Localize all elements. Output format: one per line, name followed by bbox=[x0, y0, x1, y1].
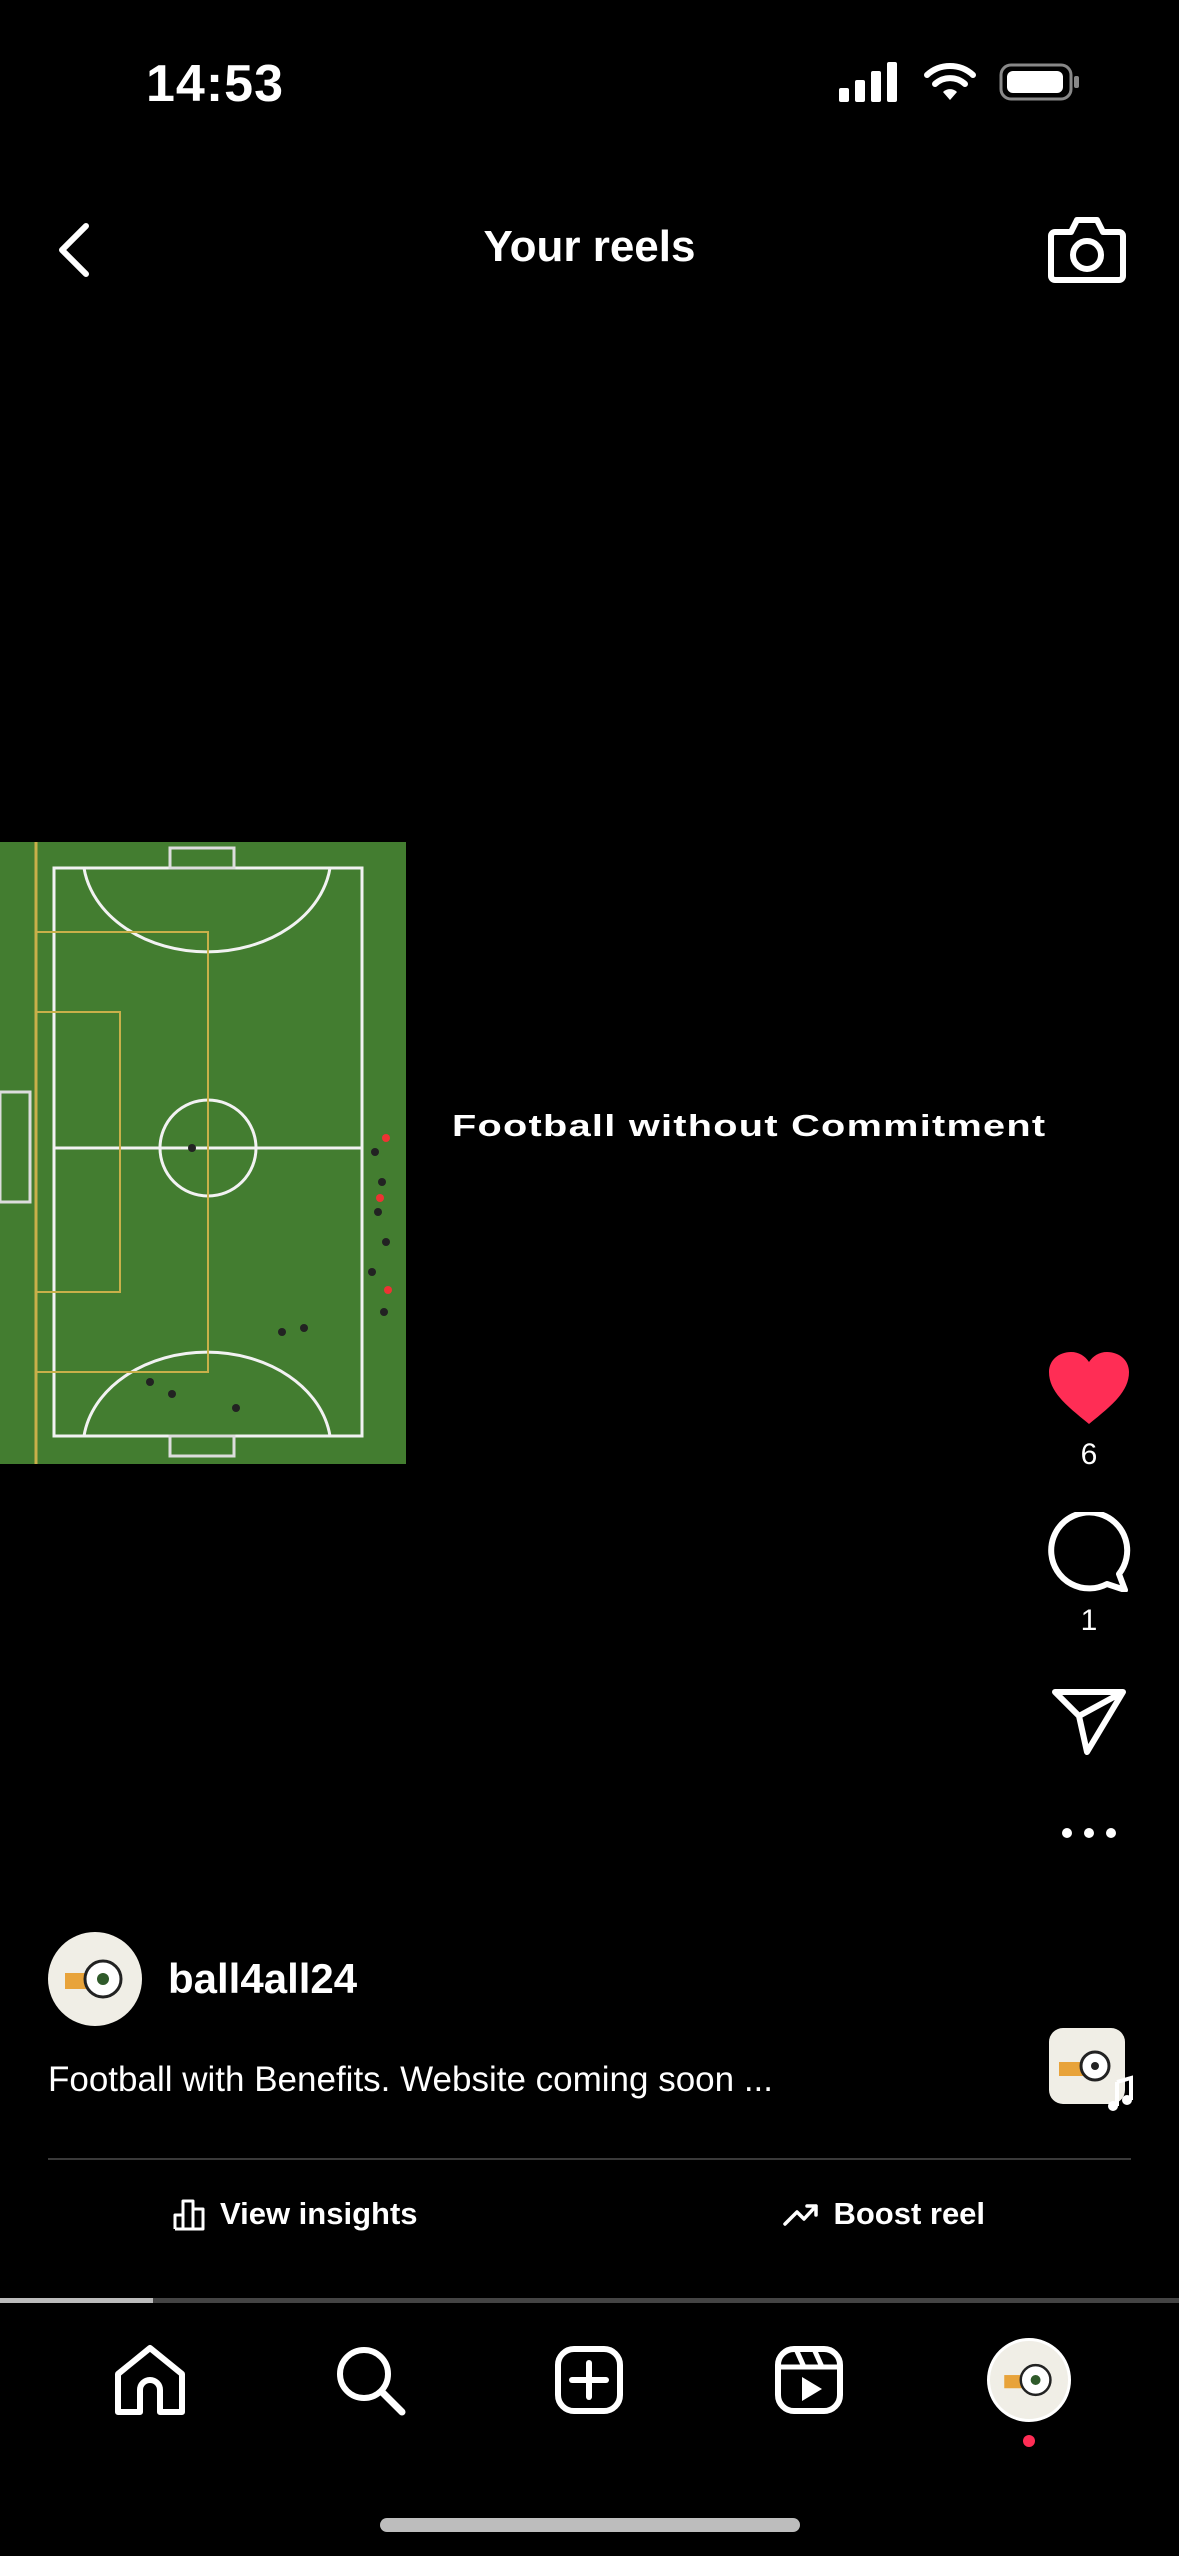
nav-profile[interactable] bbox=[984, 2335, 1074, 2447]
divider bbox=[48, 2158, 1131, 2160]
search-icon bbox=[336, 2347, 406, 2416]
wifi-icon bbox=[924, 63, 976, 100]
home-indicator bbox=[380, 2518, 800, 2532]
nav-search[interactable] bbox=[325, 2335, 415, 2425]
comment-count: 1 bbox=[1080, 1604, 1098, 1637]
comment-button[interactable]: 1 bbox=[1047, 1512, 1131, 1638]
status-icons bbox=[839, 62, 1081, 102]
camera-button[interactable] bbox=[1039, 204, 1135, 294]
boost-reel-button[interactable]: Boost reel bbox=[590, 2196, 1179, 2232]
battery-icon bbox=[999, 63, 1079, 101]
football-pitch-image bbox=[0, 842, 406, 1464]
like-button[interactable]: 6 bbox=[1047, 1350, 1131, 1472]
page-title: Your reels bbox=[483, 222, 696, 271]
view-insights-button[interactable]: View insights bbox=[0, 2196, 590, 2232]
more-button[interactable] bbox=[1059, 1826, 1119, 1840]
nav-home[interactable] bbox=[105, 2335, 195, 2425]
playback-progress-fill bbox=[0, 2298, 154, 2303]
avatar[interactable] bbox=[48, 1932, 142, 2026]
nav-create[interactable] bbox=[544, 2335, 634, 2425]
create-icon bbox=[555, 2346, 624, 2414]
playback-progress-track[interactable] bbox=[0, 2298, 1179, 2303]
home-icon bbox=[114, 2345, 185, 2415]
ball4all-logo-icon bbox=[65, 1959, 123, 1999]
heart-icon bbox=[1049, 1352, 1129, 1424]
bar-chart-icon bbox=[173, 2199, 205, 2231]
camera-icon bbox=[1048, 217, 1126, 283]
more-icon bbox=[1062, 1828, 1116, 1838]
bottom-navigation bbox=[0, 2330, 1179, 2447]
reel-video[interactable] bbox=[0, 842, 406, 1464]
like-count: 6 bbox=[1080, 1438, 1098, 1471]
username[interactable]: ball4all24 bbox=[168, 1955, 357, 2003]
reel-actions: 6 1 bbox=[1039, 1350, 1139, 1840]
profile-avatar bbox=[987, 2338, 1072, 2422]
reel-overlay-text: Football without Commitment bbox=[452, 1108, 1047, 1143]
insights-row: View insights Boost reel bbox=[0, 2196, 1179, 2232]
nav-reels[interactable] bbox=[764, 2335, 854, 2425]
audio-button[interactable] bbox=[1047, 2026, 1135, 2114]
view-insights-label: View insights bbox=[219, 2196, 418, 2231]
ball4all-logo-icon bbox=[1004, 2363, 1052, 2397]
share-button[interactable] bbox=[1049, 1686, 1129, 1756]
reels-icon bbox=[775, 2346, 844, 2414]
signal-icon bbox=[839, 62, 897, 102]
send-icon bbox=[1052, 1689, 1126, 1755]
comment-icon bbox=[1048, 1512, 1131, 1592]
caption[interactable]: Football with Benefits. Website coming s… bbox=[48, 2060, 773, 2100]
reel-author[interactable]: ball4all24 bbox=[48, 1932, 357, 2026]
audio-thumbnail-icon bbox=[1049, 2028, 1133, 2111]
notification-dot bbox=[1023, 2435, 1036, 2447]
boost-reel-label: Boost reel bbox=[833, 2196, 986, 2231]
status-time: 14:53 bbox=[146, 55, 284, 113]
trending-up-icon bbox=[783, 2204, 819, 2226]
